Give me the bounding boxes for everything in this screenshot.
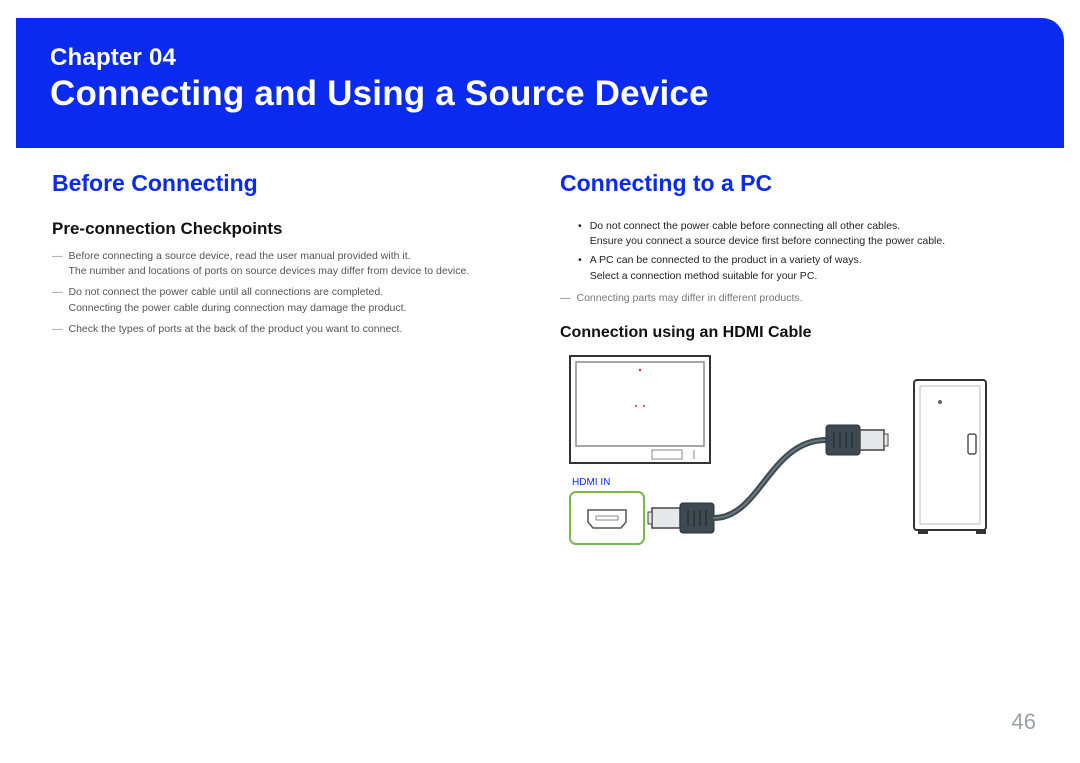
diagram-svg: HDMI IN bbox=[560, 350, 1000, 565]
bullet-line1: A PC can be connected to the product in … bbox=[590, 254, 862, 266]
dash-icon: ― bbox=[52, 322, 63, 337]
hdmi-connector-left-icon bbox=[648, 503, 714, 533]
checkpoint-item: ― Before connecting a source device, rea… bbox=[52, 249, 520, 279]
right-column: Connecting to a PC • Do not connect the … bbox=[560, 170, 1028, 565]
page: Chapter 04 Connecting and Using a Source… bbox=[0, 0, 1080, 763]
checkpoint-text: Check the types of ports at the back of … bbox=[69, 322, 521, 337]
checkpoint-text: Before connecting a source device, read … bbox=[69, 249, 521, 279]
note-line: ― Connecting parts may differ in differe… bbox=[560, 292, 1028, 304]
chapter-title: Connecting and Using a Source Device bbox=[50, 74, 1030, 114]
bullet-icon: • bbox=[578, 219, 582, 249]
hdmi-connection-diagram: HDMI IN bbox=[560, 350, 1000, 565]
bullet-line2: Select a connection method suitable for … bbox=[590, 269, 1028, 284]
bullet-line2: Ensure you connect a source device first… bbox=[590, 234, 1028, 249]
checkpoint-line2: Connecting the power cable during connec… bbox=[69, 301, 521, 316]
pc-bullet-item: • Do not connect the power cable before … bbox=[578, 219, 1028, 249]
subheading-preconnection-checkpoints: Pre-connection Checkpoints bbox=[52, 219, 520, 239]
pc-bullet-item: • A PC can be connected to the product i… bbox=[578, 253, 1028, 283]
pc-bullet-list: • Do not connect the power cable before … bbox=[560, 219, 1028, 284]
hdmi-connector-right-icon bbox=[826, 425, 888, 455]
checkpoint-line1: Check the types of ports at the back of … bbox=[69, 323, 403, 335]
note-text: Connecting parts may differ in different… bbox=[577, 292, 803, 304]
dash-icon: ― bbox=[52, 249, 63, 279]
hdmi-port-icon bbox=[570, 492, 644, 544]
content-area: Before Connecting Pre-connection Checkpo… bbox=[16, 148, 1064, 565]
left-column: Before Connecting Pre-connection Checkpo… bbox=[52, 170, 520, 565]
checkpoint-line2: The number and locations of ports on sou… bbox=[69, 264, 521, 279]
bullet-text: A PC can be connected to the product in … bbox=[590, 253, 1028, 283]
chapter-label: Chapter 04 bbox=[50, 44, 1030, 72]
chapter-banner: Chapter 04 Connecting and Using a Source… bbox=[16, 18, 1064, 148]
hdmi-cable-icon bbox=[714, 440, 826, 518]
dash-icon: ― bbox=[52, 285, 63, 315]
checkpoint-text: Do not connect the power cable until all… bbox=[69, 285, 521, 315]
subheading-hdmi-connection: Connection using an HDMI Cable bbox=[560, 324, 1028, 342]
page-number: 46 bbox=[1012, 709, 1036, 735]
checkpoint-line1: Before connecting a source device, read … bbox=[69, 250, 411, 262]
checkpoint-list: ― Before connecting a source device, rea… bbox=[52, 249, 520, 337]
dash-icon: ― bbox=[560, 292, 571, 304]
bullet-icon: • bbox=[578, 253, 582, 283]
pc-tower-icon bbox=[914, 380, 986, 534]
bullet-text: Do not connect the power cable before co… bbox=[590, 219, 1028, 249]
section-heading-before-connecting: Before Connecting bbox=[52, 170, 520, 197]
checkpoint-item: ― Check the types of ports at the back o… bbox=[52, 322, 520, 337]
hdmi-in-label: HDMI IN bbox=[572, 477, 610, 488]
checkpoint-line1: Do not connect the power cable until all… bbox=[69, 286, 384, 298]
section-heading-connecting-to-pc: Connecting to a PC bbox=[560, 170, 1028, 197]
bullet-line1: Do not connect the power cable before co… bbox=[590, 220, 901, 232]
monitor-back-icon bbox=[570, 356, 710, 463]
document-sheet: Chapter 04 Connecting and Using a Source… bbox=[16, 18, 1064, 745]
checkpoint-item: ― Do not connect the power cable until a… bbox=[52, 285, 520, 315]
